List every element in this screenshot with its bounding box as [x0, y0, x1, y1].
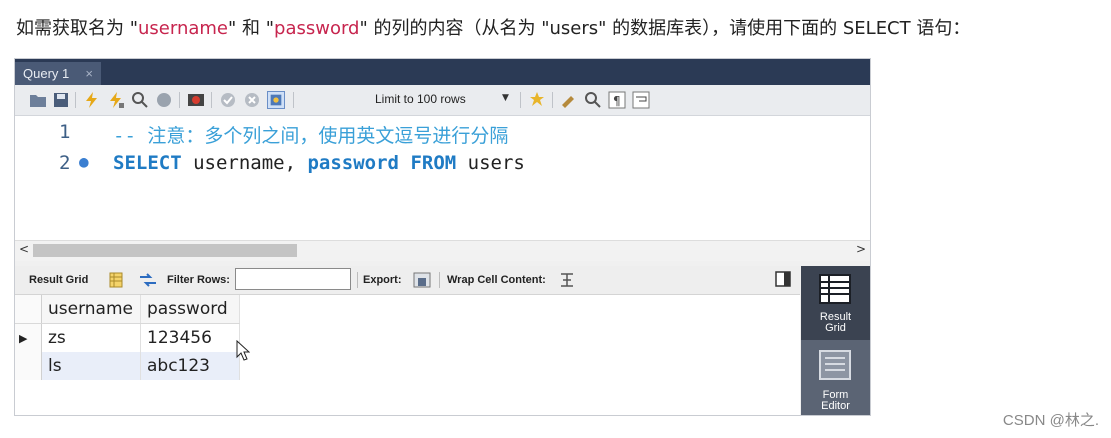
side-form-editor-button[interactable]: Form Editor: [801, 346, 870, 415]
scrollbar-thumb[interactable]: [33, 244, 297, 257]
current-row-icon: ▶: [15, 323, 42, 352]
result-grid: username password ▶ zs 123456 ls abc123: [15, 295, 800, 415]
find-icon[interactable]: [584, 91, 602, 109]
result-table: username password ▶ zs 123456 ls abc123: [15, 295, 240, 380]
cell-password[interactable]: 123456: [140, 323, 240, 352]
toolbar-separator: [179, 92, 180, 108]
header-row: username password: [15, 295, 240, 324]
intro-part1: 如需获取名为 ": [16, 18, 139, 39]
filter-rows-input[interactable]: [235, 268, 351, 290]
side-result-label-2: Grid: [825, 322, 846, 334]
watermark: CSDN @林之.: [1002, 412, 1099, 429]
beautify-icon[interactable]: [528, 91, 546, 109]
result-grid-icon: [819, 274, 851, 304]
toolbar-separator: [357, 272, 358, 288]
sql-statement: SELECT username, password FROM users: [113, 152, 525, 174]
row-marker: [15, 352, 42, 380]
column-list: username,: [181, 152, 308, 174]
table-row[interactable]: ▶ zs 123456: [15, 323, 240, 352]
sql-editor[interactable]: 1 -- 注意：多个列之间，使用英文逗号进行分隔 2 ● SELECT user…: [15, 116, 870, 240]
mouse-cursor-icon: [236, 340, 250, 361]
invisible-chars-icon[interactable]: ¶: [608, 91, 626, 109]
autocommit-icon[interactable]: [267, 91, 285, 109]
table-row[interactable]: ls abc123: [15, 352, 240, 380]
cell-password[interactable]: abc123: [140, 352, 240, 380]
keyword-from: FROM: [410, 152, 457, 174]
sql-comment: -- 注意：多个列之间，使用英文逗号进行分隔: [113, 125, 509, 147]
form-editor-icon: [819, 350, 851, 380]
tab-title: Query 1: [23, 66, 70, 81]
intro-text: 如需获取名为 "username" 和 "password" 的列的内容（从名为…: [16, 14, 970, 40]
query-toolbar: Limit to 100 rows ▼ ¶: [15, 85, 870, 116]
toggle-error-icon[interactable]: [187, 91, 205, 109]
filter-rows-label: Filter Rows:: [167, 274, 230, 286]
save-icon[interactable]: [52, 91, 70, 109]
brush-icon[interactable]: [560, 91, 578, 109]
commit-icon[interactable]: [219, 91, 237, 109]
toolbar-separator: [439, 272, 440, 288]
rollback-icon[interactable]: [243, 91, 261, 109]
keyword-select: SELECT: [113, 152, 182, 174]
result-side-panel: Result Grid Form Editor: [801, 266, 870, 415]
result-grid-label[interactable]: Result Grid: [29, 274, 88, 286]
execute-current-icon[interactable]: [107, 91, 125, 109]
wrap-cell-content-label: Wrap Cell Content:: [447, 274, 546, 286]
wrap-cell-icon[interactable]: [560, 272, 574, 288]
line-number: 1: [59, 121, 71, 143]
close-icon[interactable]: ×: [85, 62, 93, 85]
toolbar-separator: [552, 92, 553, 108]
results-toolbar: Result Grid Filter Rows: Export: Wrap Ce…: [15, 266, 800, 295]
cell-username[interactable]: zs: [41, 323, 141, 352]
intro-username: username: [138, 18, 229, 39]
intro-part2: " 和 ": [228, 18, 275, 39]
row-marker-header: [15, 295, 42, 324]
column-header-password[interactable]: password: [140, 295, 240, 324]
wrap-icon[interactable]: [632, 91, 650, 109]
intro-part3: " 的列的内容（从名为 "users" 的数据库表），请使用下面的 SELECT…: [359, 18, 971, 39]
svg-text:¶: ¶: [613, 94, 621, 108]
horizontal-scrollbar[interactable]: < >: [15, 240, 870, 261]
statement-marker-icon: ●: [79, 152, 89, 171]
table-name: users: [456, 152, 525, 174]
stop-icon[interactable]: [155, 91, 173, 109]
toolbar-separator: [520, 92, 521, 108]
chevron-down-icon[interactable]: ▼: [502, 93, 509, 103]
explain-icon[interactable]: [131, 91, 149, 109]
column-header-username[interactable]: username: [41, 295, 141, 324]
export-icon[interactable]: [413, 272, 431, 288]
tab-bar: Query 1 ×: [15, 59, 870, 85]
toolbar-separator: [75, 92, 76, 108]
scroll-left-icon[interactable]: <: [19, 242, 29, 256]
side-form-label-2: Editor: [821, 400, 850, 412]
toolbar-separator: [293, 92, 294, 108]
open-folder-icon[interactable]: [29, 91, 47, 109]
workbench-window: Query 1 × Limit to 100 rows ▼ ¶ 1 -- 注意：…: [14, 58, 871, 416]
keyword-password: password: [307, 152, 399, 174]
cell-username[interactable]: ls: [41, 352, 141, 380]
toolbar-separator: [211, 92, 212, 108]
execute-icon[interactable]: [83, 91, 101, 109]
grid-view-icon[interactable]: [109, 272, 123, 288]
intro-password: password: [274, 18, 360, 39]
filter-arrows-icon: [140, 273, 156, 287]
export-label: Export:: [363, 274, 402, 286]
toggle-panel-icon[interactable]: [775, 271, 791, 287]
side-result-grid-button[interactable]: Result Grid: [801, 266, 870, 340]
limit-rows-select[interactable]: Limit to 100 rows: [375, 92, 466, 106]
scroll-right-icon[interactable]: >: [856, 242, 866, 256]
tab-query-1[interactable]: Query 1 ×: [15, 62, 101, 85]
